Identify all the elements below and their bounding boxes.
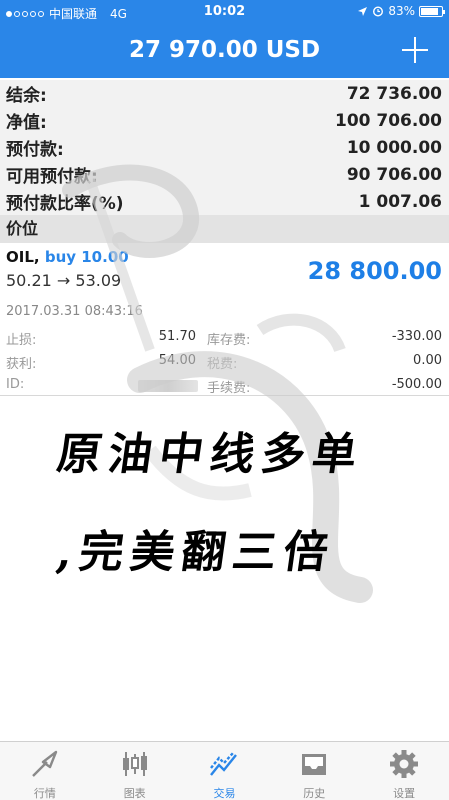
gear-icon [390,750,419,778]
tab-trade-label: 交易 [213,787,236,800]
swap-label: 库存费: [207,333,251,348]
tab-history[interactable]: 历史 [269,742,359,800]
tab-trade[interactable]: 交易 [180,742,270,800]
inbox-icon [302,754,327,775]
take-profit-label: 获利: [6,357,37,372]
position-prices: 50.21 → 53.09 [6,271,122,290]
status-right: 83% [357,4,445,18]
tab-settings[interactable]: 设置 [359,742,449,800]
summary-row-balance: 结余: 72 736.00 [0,80,449,107]
free-margin-label: 可用预付款: [6,167,98,187]
commission-value: -500.00 [391,377,442,392]
positions-section-header: 价位 [0,215,449,243]
summary-row-equity: 净值: 100 706.00 [0,107,449,134]
overlay-caption-line2: ,完美翻三倍 [53,527,339,578]
margin-label: 预付款: [6,140,64,160]
position-symbol: OIL, [6,248,40,266]
summary-row-margin-level: 预付款比率(%) 1 007.06 [0,188,449,215]
status-bar: 中国联通 4G 10:02 83% [0,0,449,24]
tab-history-label: 历史 [303,787,326,800]
equity-label: 净值: [6,113,47,133]
page-title: 27 970.00 USD [128,37,321,63]
battery-percent: 83% [388,4,415,18]
stop-loss-label: 止损: [6,333,37,348]
free-margin-value: 90 706.00 [346,164,442,185]
tab-settings-label: 设置 [393,787,416,800]
alarm-clock-icon [373,6,384,17]
tab-charts[interactable]: 图表 [90,742,180,800]
take-profit-value: 54.00 [158,353,196,368]
redacted-id [138,380,198,392]
position-side: buy 10.00 [44,248,129,266]
margin-value: 10 000.00 [346,137,442,158]
balance-label: 结余: [6,86,47,106]
tab-bar: 行情 图表 交易 历史 设置 [0,741,449,800]
overlay-caption-line1: 原油中线多单 [53,429,367,480]
nav-bar: 27 970.00 USD [0,24,449,78]
position-profit: 28 800.00 [307,257,442,285]
balance-value: 72 736.00 [346,83,442,104]
trade-chart-icon [210,752,238,776]
stop-loss-value: 51.70 [158,329,196,344]
swap-value: -330.00 [391,329,442,344]
summary-row-free-margin: 可用预付款: 90 706.00 [0,161,449,188]
commission-label: 手续费: [207,381,251,396]
battery-icon [419,5,445,17]
tab-quotes[interactable]: 行情 [0,742,90,800]
summary-row-margin: 预付款: 10 000.00 [0,134,449,161]
divider [0,395,449,396]
position-row[interactable]: OIL, buy 10.00 50.21 → 53.09 28 800.00 2… [0,243,449,396]
trend-arrow-icon [32,750,58,777]
candlestick-icon [122,752,147,776]
tab-quotes-label: 行情 [33,787,56,800]
position-open-time: 2017.03.31 08:43:16 [6,304,143,319]
tax-value: 0.00 [413,353,442,368]
add-order-button[interactable] [399,34,431,66]
account-summary: 结余: 72 736.00 净值: 100 706.00 预付款: 10 000… [0,80,449,215]
location-arrow-icon [358,6,368,16]
margin-level-label: 预付款比率(%) [6,194,124,214]
equity-value: 100 706.00 [334,110,442,131]
margin-level-value: 1 007.06 [358,191,442,212]
position-title: OIL, buy 10.00 [6,248,129,266]
tab-charts-label: 图表 [123,787,146,800]
id-label: ID: [6,377,25,392]
tax-label: 税费: [207,357,238,372]
